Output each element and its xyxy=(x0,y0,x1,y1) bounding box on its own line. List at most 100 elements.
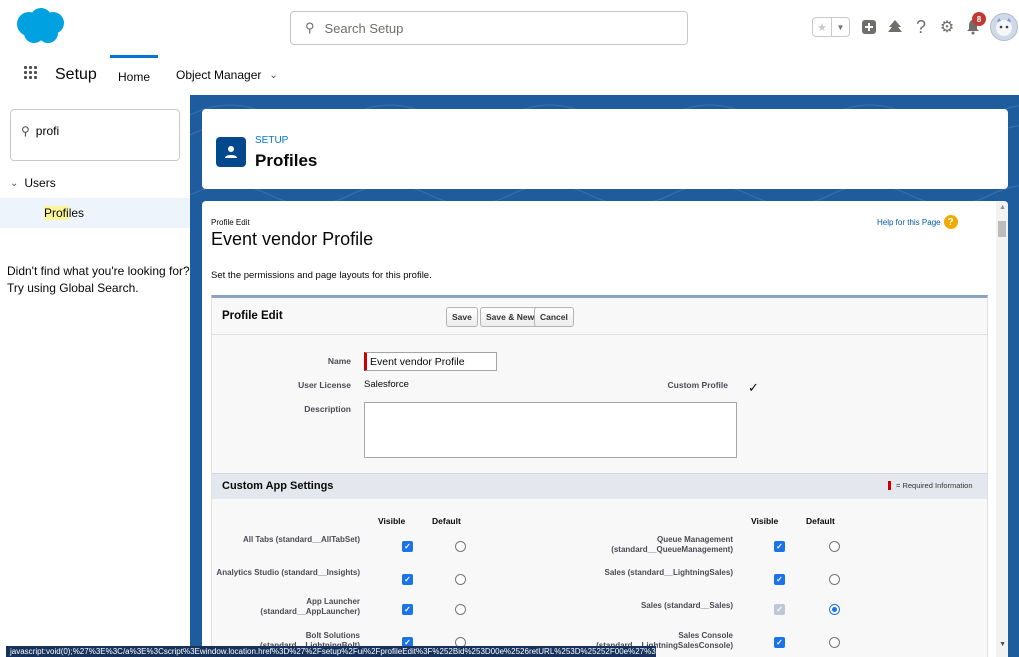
notifications-bell-icon[interactable]: 8 xyxy=(964,12,986,36)
tree-node-profiles[interactable]: Profi les xyxy=(0,198,190,228)
default-radio[interactable] xyxy=(455,541,466,552)
help-question-icon[interactable]: ? xyxy=(943,215,958,229)
app-name-line1: Queue Management xyxy=(656,535,733,544)
required-information-legend: = Required Information xyxy=(888,481,973,490)
setup-tree-panel: ⚲ ⌄ Users Profiles Didn't find what you'… xyxy=(0,95,190,657)
tab-home[interactable]: Home xyxy=(110,55,159,95)
search-setup-input[interactable] xyxy=(324,20,655,36)
header-icons: ★ ▼ ? ⚙ 8 xyxy=(812,12,1018,41)
chevron-down-icon[interactable]: ⌄ xyxy=(269,70,277,81)
search-setup-box[interactable]: ⚲ xyxy=(290,11,688,45)
app-name-line1: All Tabs (standard__AllTabSet) xyxy=(242,535,360,544)
help-link-label: Help for this Page xyxy=(877,217,941,227)
app-name-line1: Sales (standard__LightningSales) xyxy=(604,568,733,577)
main-content-area: SETUP Profiles ▲ ▼ Profile Edit Event ve… xyxy=(190,95,1019,657)
favorites-star-icon[interactable]: ★ xyxy=(813,18,831,36)
visible-checkbox[interactable]: ✓ xyxy=(402,574,413,585)
help-icon[interactable]: ? xyxy=(912,17,930,37)
vertical-scrollbar[interactable]: ▲ ▼ xyxy=(996,201,1008,657)
scrollbar-thumb[interactable] xyxy=(998,221,1006,237)
browser-status-bar: javascript:void(0);%27%3E%3C/a%3E%3Cscri… xyxy=(6,646,656,657)
app-launcher-icon[interactable] xyxy=(24,66,38,80)
salesforce-logo[interactable] xyxy=(14,7,66,45)
custom-profile-label: Custom Profile xyxy=(667,380,728,390)
profile-description-text: Set the permissions and page layouts for… xyxy=(211,270,432,281)
required-indicator-icon xyxy=(888,481,891,490)
page-header: SETUP Profiles xyxy=(202,109,1008,189)
default-radio[interactable] xyxy=(829,541,840,552)
search-icon: ⚲ xyxy=(305,20,315,35)
help-for-this-page-link[interactable]: Help for this Page ? xyxy=(877,215,958,229)
chevron-down-icon[interactable]: ⌄ xyxy=(10,178,18,189)
required-information-text: = Required Information xyxy=(896,481,973,490)
cancel-button[interactable]: Cancel xyxy=(534,307,574,327)
favorites-group: ★ ▼ xyxy=(812,17,850,37)
app-name-line1: Analytics Studio (standard__Insights) xyxy=(216,568,360,577)
app-name-line1: Bolt Solutions xyxy=(305,631,360,640)
visible-checkbox[interactable]: ✓ xyxy=(774,574,785,585)
tab-home-label: Home xyxy=(118,69,151,84)
app-row-label: App Launcher (standard__AppLauncher) xyxy=(260,597,360,617)
tab-object-manager[interactable]: Object Manager ⌄ xyxy=(168,55,286,95)
tree-node-users[interactable]: ⌄ Users xyxy=(10,176,56,190)
custom-app-settings-header: Custom App Settings = Required Informati… xyxy=(212,473,987,499)
scroll-up-arrow-icon[interactable]: ▲ xyxy=(999,204,1006,211)
profile-edit-eyebrow: Profile Edit xyxy=(211,218,250,227)
app-row-label: Analytics Studio (standard__Insights) xyxy=(216,568,360,578)
not-found-message: Didn't find what you're looking for? Try… xyxy=(7,263,190,297)
right-visible-column-header: Visible xyxy=(751,516,779,526)
app-name: Setup xyxy=(55,66,97,83)
visible-checkbox[interactable]: ✓ xyxy=(402,541,413,552)
page-header-eyebrow: SETUP xyxy=(255,135,289,146)
tab-object-manager-label: Object Manager xyxy=(176,68,262,82)
custom-profile-checkmark-icon: ✓ xyxy=(748,380,759,395)
profile-edit-card: ▲ ▼ Profile Edit Event vendor Profile He… xyxy=(202,201,1008,657)
save-button[interactable]: Save xyxy=(446,307,478,327)
right-default-column-header: Default xyxy=(806,516,835,526)
default-radio[interactable] xyxy=(455,604,466,615)
visible-checkbox[interactable]: ✓ xyxy=(774,541,785,552)
left-visible-column-header: Visible xyxy=(378,516,406,526)
not-found-line2: Try using Global Search. xyxy=(7,281,139,295)
default-radio[interactable] xyxy=(455,574,466,585)
description-label: Description xyxy=(304,404,351,414)
user-avatar[interactable] xyxy=(990,13,1018,41)
user-license-value: Salesforce xyxy=(364,379,409,390)
visible-checkbox-disabled: ✓ xyxy=(774,604,785,615)
name-label: Name xyxy=(327,356,351,366)
user-license-label: User License xyxy=(298,380,351,390)
quick-find-input[interactable] xyxy=(35,124,156,138)
page-title: Profiles xyxy=(255,151,318,170)
app-name-line1: App Launcher xyxy=(306,597,360,606)
left-default-column-header: Default xyxy=(432,516,461,526)
global-header: ⚲ ★ ▼ ? ⚙ 8 xyxy=(0,0,1019,55)
notification-count-badge: 8 xyxy=(972,12,986,26)
profile-user-icon xyxy=(216,137,246,167)
setup-gear-icon[interactable]: ⚙ xyxy=(938,18,956,36)
tree-node-users-label: Users xyxy=(24,176,56,190)
global-actions-icon[interactable] xyxy=(860,18,878,36)
profile-title: Event vendor Profile xyxy=(211,229,374,249)
favorites-dropdown-icon[interactable]: ▼ xyxy=(831,18,849,36)
app-row-label: Queue Management (standard__QueueManagem… xyxy=(611,535,733,555)
profile-name-input[interactable] xyxy=(364,352,497,371)
default-radio[interactable] xyxy=(829,637,840,648)
search-match-highlight: Profi xyxy=(44,206,69,220)
trailhead-icon[interactable] xyxy=(886,18,904,36)
visible-checkbox[interactable]: ✓ xyxy=(402,604,413,615)
visible-checkbox[interactable]: ✓ xyxy=(774,637,785,648)
app-name-line1: Sales (standard__Sales) xyxy=(640,601,733,610)
save-and-new-button[interactable]: Save & New xyxy=(480,307,541,327)
custom-app-settings-title: Custom App Settings xyxy=(222,480,334,492)
not-found-line1: Didn't find what you're looking for? xyxy=(7,264,190,278)
quick-find-box[interactable]: ⚲ xyxy=(10,109,180,161)
description-textarea[interactable] xyxy=(364,402,737,458)
app-row-label: Sales (standard__Sales) xyxy=(641,601,733,611)
app-name-line1: Sales Console xyxy=(678,631,733,640)
app-row-label: Sales (standard__LightningSales) xyxy=(605,568,733,578)
app-name-line2: (standard__AppLauncher) xyxy=(260,607,360,616)
tree-node-profiles-rest: les xyxy=(68,206,85,220)
default-radio[interactable] xyxy=(829,574,840,585)
scroll-down-arrow-icon[interactable]: ▼ xyxy=(999,641,1006,648)
default-radio-selected[interactable] xyxy=(829,604,840,615)
